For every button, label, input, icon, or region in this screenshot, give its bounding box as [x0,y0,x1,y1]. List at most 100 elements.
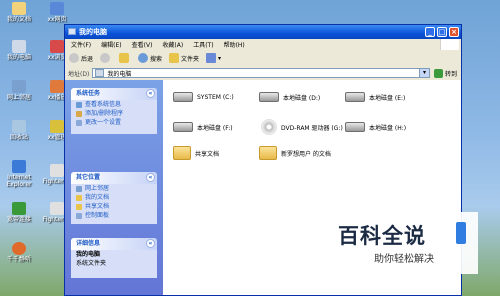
menu-view[interactable]: 查看(V) [126,40,157,49]
chevron-down-icon[interactable]: ▾ [418,69,429,77]
details-panel: 详细信息 « 我的电脑 系统文件夹 [71,238,157,278]
brand-logo-icon [456,222,466,244]
folder-label: 新罗想用户 的文档 [281,150,331,158]
folder-icon [76,194,82,201]
desktop-icon-network[interactable]: 网上邻居 [0,80,38,101]
details-desc: 系统文件夹 [71,259,157,268]
up-button[interactable] [117,53,133,63]
place-control-panel[interactable]: 控制面板 [71,211,157,220]
drive-label: 本地磁盘 (D:) [283,94,321,102]
forward-button[interactable] [98,53,114,63]
desktop-icon-my-documents[interactable]: 我的文档 [0,2,38,23]
hard-drive-icon [173,122,193,132]
computer-icon [95,69,105,77]
address-label: 地址(D) [68,70,90,78]
desktop-icon-my-computer[interactable]: 我的电脑 [0,40,38,61]
maximize-button[interactable]: □ [437,27,447,37]
folder-user-documents[interactable]: 新罗想用户 的文档 [259,146,331,160]
close-button[interactable]: × [449,27,459,37]
panel-title: 其它位置 [76,174,101,181]
folders-button[interactable]: 文件夹 [167,53,201,63]
drive-e[interactable]: 本地磁盘 (E:) [345,92,405,102]
info-icon [76,101,82,108]
chevron-down-icon: ▾ [218,54,222,62]
address-bar: 地址(D) 我的电脑 ▾ 转到 [65,66,461,81]
place-label: 共享文档 [85,203,110,210]
network-icon [76,185,82,192]
task-view-system-info[interactable]: 查看系统信息 [71,100,157,109]
menu-tools[interactable]: 工具(T) [187,40,217,49]
other-places-header[interactable]: 其它位置 « [71,172,157,184]
details-name: 我的电脑 [71,250,157,259]
collapse-icon[interactable]: « [146,173,155,182]
folder-icon [12,2,26,15]
drive-h[interactable]: 本地磁盘 (H:) [345,122,406,132]
drive-g-dvd[interactable]: DVD-RAM 驱动器 (G:) [261,119,343,135]
system-tasks-header[interactable]: 系统任务 « [71,88,157,100]
drive-label: 本地磁盘 (F:) [197,124,233,132]
search-icon [138,53,149,63]
desktop-icon-label: xx网页 [47,16,67,23]
drive-c[interactable]: SYSTEM (C:) [173,92,234,102]
views-icon [206,53,217,63]
menu-edit[interactable]: 编辑(E) [95,40,125,49]
desktop-icon-recycle-bin[interactable]: 回收站 [0,120,38,141]
address-input[interactable]: 我的电脑 ▾ [92,68,430,78]
details-name-text: 我的电脑 [76,251,101,258]
details-header[interactable]: 详细信息 « [71,238,157,250]
search-button[interactable]: 搜索 [136,53,164,63]
folder-shared-documents[interactable]: 共享文档 [173,146,219,160]
control-panel-icon [76,212,82,219]
desktop-icon-ttplayer[interactable]: 千千静听 [0,242,38,263]
drive-f[interactable]: 本地磁盘 (F:) [173,122,233,132]
go-arrow-icon [433,68,443,78]
folder-icon [259,146,277,160]
collapse-icon[interactable]: « [146,239,155,248]
collapse-icon[interactable]: « [146,89,155,98]
menu-file[interactable]: 文件(F) [65,40,95,49]
internet-explorer-icon [12,160,26,173]
desktop-icon-2[interactable]: xx网页 [38,2,76,23]
windows-logo-icon [440,39,459,50]
dvd-drive-icon [261,119,277,135]
menu-help[interactable]: 帮助(H) [218,40,249,49]
place-shared-documents[interactable]: 共享文档 [71,202,157,211]
drive-label: DVD-RAM 驱动器 (G:) [281,124,343,132]
panel-title: 详细信息 [76,240,101,247]
folder-icon [173,146,191,160]
desktop-icon-ie[interactable]: Internet Explorer [0,160,38,188]
desktop-icon-broadband[interactable]: 宽带连接 [0,202,38,223]
drive-label: 本地磁盘 (E:) [369,94,406,102]
hard-drive-icon [259,92,279,102]
window-title: 我的电脑 [79,28,107,36]
menu-favorites[interactable]: 收藏(A) [156,40,187,49]
go-button[interactable]: 转到 [430,68,461,78]
network-icon [12,80,26,93]
drive-d[interactable]: 本地磁盘 (D:) [259,92,320,102]
folder-icon [169,53,180,63]
place-label: 控制面板 [85,212,110,219]
views-button[interactable]: ▾ [204,53,223,63]
task-pane: 系统任务 « 查看系统信息 添加/删除程序 更改一个设置 其它位置 « 网上邻居… [65,80,163,295]
minimize-button[interactable]: _ [425,27,435,37]
back-label: 后退 [81,55,94,63]
programs-icon [76,110,82,117]
drive-label: SYSTEM (C:) [197,93,234,101]
go-label: 转到 [444,70,457,78]
task-label: 更改一个设置 [85,119,122,126]
desktop-icon-label: 回收站 [9,134,28,141]
task-label: 添加/删除程序 [85,110,124,117]
title-bar[interactable]: 我的电脑 _ □ × [65,25,461,39]
search-label: 搜索 [150,55,163,63]
place-my-documents[interactable]: 我的文档 [71,193,157,202]
task-add-remove-programs[interactable]: 添加/删除程序 [71,109,157,118]
app-icon [50,40,64,53]
back-button[interactable]: 后退 [67,53,95,63]
hard-drive-icon [345,122,365,132]
app-icon [50,120,64,133]
desktop-icon-label: 宽带连接 [6,216,31,223]
toolbar: 后退 搜索 文件夹 ▾ [65,50,461,67]
recycle-bin-icon [12,120,26,133]
place-network[interactable]: 网上邻居 [71,184,157,193]
task-change-setting[interactable]: 更改一个设置 [71,118,157,127]
